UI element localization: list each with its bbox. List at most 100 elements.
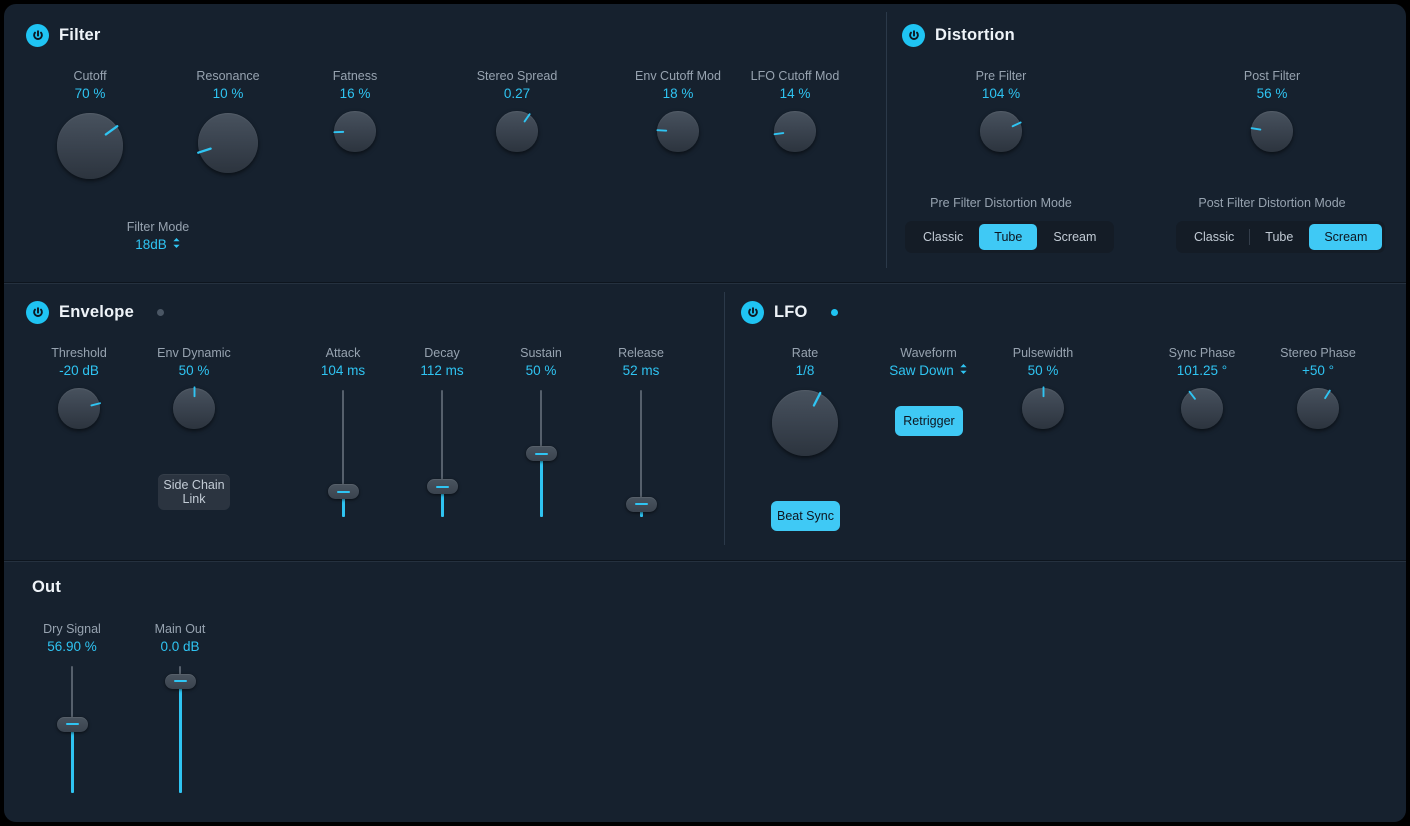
filter-mode-label: Filter Mode [126, 220, 190, 234]
slider-track[interactable] [71, 666, 73, 725]
pre-mode-label: Pre Filter Distortion Mode [930, 196, 1072, 210]
control-main-out: Main Out 0.0 dB [130, 622, 230, 793]
knob-pulsewidth[interactable] [1015, 380, 1072, 437]
slider-thumb[interactable] [525, 446, 557, 461]
control-label: Dry Signal [43, 622, 101, 636]
slider-track[interactable] [342, 390, 344, 492]
control-stereo-phase: Stereo Phase +50 ° [1261, 346, 1375, 437]
slider-sustain[interactable] [491, 386, 591, 521]
slider-track[interactable] [640, 390, 642, 505]
slider-track[interactable] [441, 390, 443, 487]
control-label: Attack [325, 346, 361, 360]
control-dry-signal: Dry Signal 56.90 % [22, 622, 122, 793]
knob-pre-filter[interactable] [973, 103, 1030, 160]
waveform-dropdown[interactable]: Saw Down [889, 363, 968, 378]
control-value: 104 % [981, 86, 1021, 101]
lfo-activity-indicator [830, 309, 838, 316]
control-value: 0.27 [503, 86, 531, 101]
control-value: 10 % [212, 86, 244, 101]
knob-post-filter[interactable] [1244, 103, 1301, 160]
slider-decay[interactable] [392, 386, 492, 521]
control-value: 0.0 dB [160, 639, 200, 654]
control-value: 50 % [525, 363, 557, 378]
control-value: 52 ms [622, 363, 660, 378]
knob-threshold[interactable] [51, 380, 108, 437]
filter-mode-dropdown[interactable]: 18dB [135, 237, 181, 252]
control-threshold: Threshold -20 dB [24, 346, 134, 437]
slider-thumb[interactable] [625, 496, 657, 512]
seg-post-scream[interactable]: Scream [1309, 224, 1383, 250]
chevron-updown-icon [959, 363, 968, 378]
control-label: Threshold [51, 346, 107, 360]
control-label: Rate [791, 346, 819, 360]
control-label: Post Filter [1243, 69, 1301, 83]
control-label: Release [618, 346, 664, 360]
power-icon[interactable] [26, 24, 49, 47]
slider-fill [178, 681, 182, 793]
divider-filter-distortion [886, 12, 887, 268]
knob-sync-phase[interactable] [1174, 380, 1231, 437]
control-value: 18 % [662, 86, 694, 101]
slider-thumb[interactable] [426, 479, 458, 495]
seg-post-classic[interactable]: Classic [1179, 224, 1249, 250]
slider-track[interactable] [540, 390, 542, 454]
control-label: Pulsewidth [1012, 346, 1074, 360]
knob-resonance[interactable] [188, 103, 268, 183]
control-label: Fatness [332, 69, 378, 83]
slider-fill [70, 724, 74, 793]
control-value: 70 % [74, 86, 106, 101]
control-label: Env Dynamic [157, 346, 231, 360]
slider-release[interactable] [591, 386, 691, 521]
waveform-value: Saw Down [889, 363, 954, 378]
control-value: 104 ms [320, 363, 366, 378]
segmented-pre-filter-distortion-mode[interactable]: Classic Tube Scream [905, 221, 1115, 253]
segmented-post-filter-distortion-mode[interactable]: Classic Tube Scream [1176, 221, 1386, 253]
slider-attack[interactable] [293, 386, 393, 521]
pre-mode-label-group: Pre Filter Distortion Mode [901, 196, 1101, 211]
slider-thumb[interactable] [327, 484, 359, 500]
knob-env-dynamic[interactable] [166, 380, 223, 437]
knob-stereo-phase[interactable] [1290, 380, 1347, 437]
post-mode-label: Post Filter Distortion Mode [1198, 196, 1346, 210]
control-label: Stereo Spread [476, 69, 558, 83]
control-fatness: Fatness 16 % [305, 69, 405, 160]
knob-stereo-spread[interactable] [489, 103, 546, 160]
seg-post-tube[interactable]: Tube [1250, 224, 1308, 250]
power-icon[interactable] [741, 301, 764, 324]
divider-envelope-lfo [724, 292, 725, 545]
slider-fill [539, 453, 543, 517]
control-label: Pre Filter [975, 69, 1027, 83]
divider-out [4, 560, 1406, 562]
waveform-label: Waveform [900, 346, 957, 360]
control-value: 56 % [1256, 86, 1288, 101]
seg-pre-classic[interactable]: Classic [908, 224, 978, 250]
slider-dry-signal[interactable] [22, 662, 122, 797]
control-decay: Decay 112 ms [392, 346, 492, 517]
control-rate: Rate 1/8 [750, 346, 860, 466]
control-attack: Attack 104 ms [293, 346, 393, 517]
slider-thumb-tick [435, 485, 449, 488]
side-chain-link-button[interactable]: Side Chain Link [158, 474, 230, 510]
power-icon[interactable] [902, 24, 925, 47]
slider-main-out[interactable] [130, 662, 230, 797]
slider-thumb[interactable] [56, 716, 88, 732]
slider-thumb-tick [336, 490, 350, 493]
slider-thumb[interactable] [164, 673, 196, 689]
control-post-filter: Post Filter 56 % [1212, 69, 1332, 160]
control-value: +50 ° [1301, 363, 1335, 378]
seg-pre-tube[interactable]: Tube [979, 224, 1038, 250]
retrigger-button[interactable]: Retrigger [895, 406, 963, 436]
seg-pre-scream[interactable]: Scream [1038, 224, 1111, 250]
control-value: 16 % [339, 86, 371, 101]
control-sustain: Sustain 50 % [491, 346, 591, 517]
control-label: Stereo Phase [1280, 346, 1356, 360]
knob-cutoff[interactable] [47, 103, 133, 189]
beat-sync-button[interactable]: Beat Sync [771, 501, 840, 531]
filter-title: Filter [59, 26, 101, 44]
knob-lfo-cutoff-mod[interactable] [767, 103, 824, 160]
distortion-title: Distortion [935, 26, 1015, 44]
knob-rate[interactable] [762, 380, 848, 466]
knob-env-cutoff-mod[interactable] [650, 103, 707, 160]
power-icon[interactable] [26, 301, 49, 324]
knob-fatness[interactable] [327, 103, 384, 160]
